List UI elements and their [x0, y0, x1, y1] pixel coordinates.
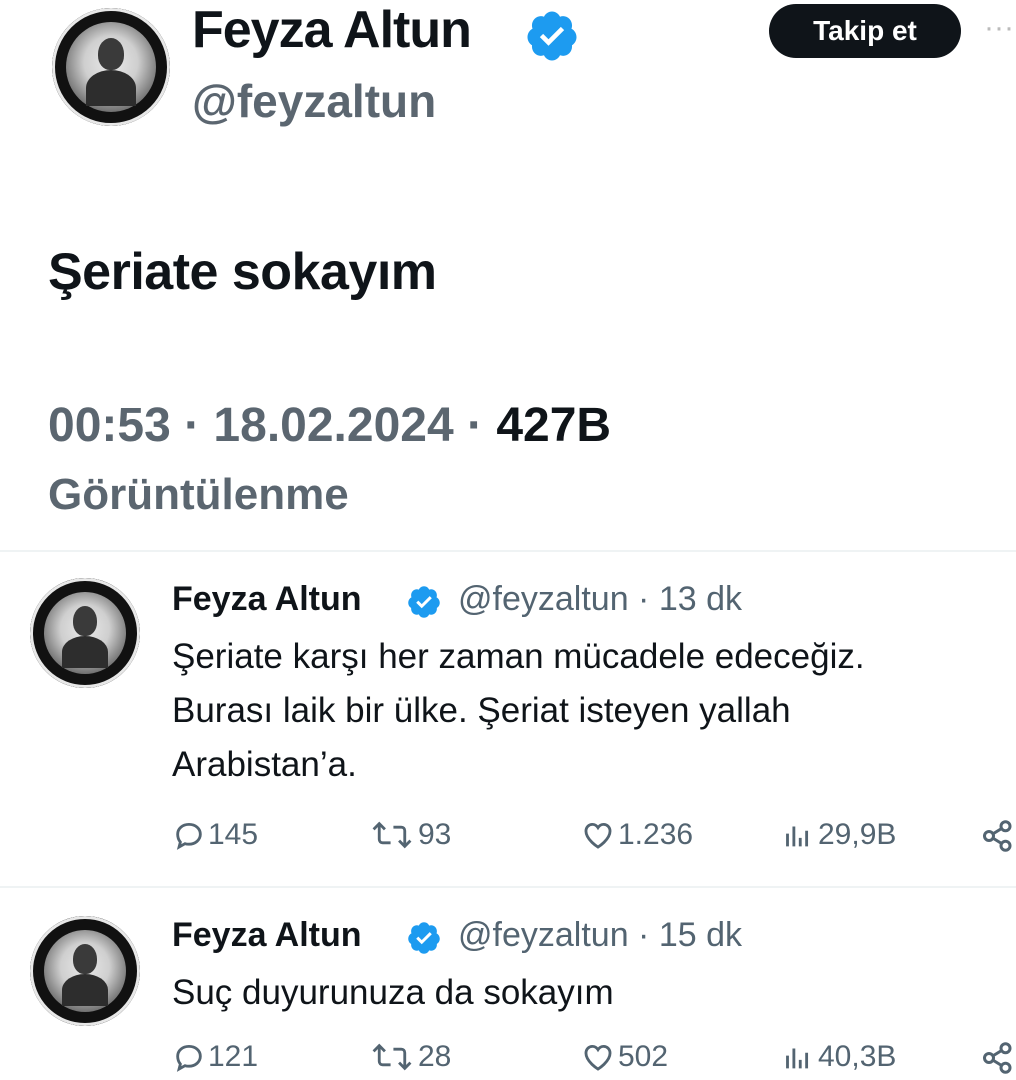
retweet-icon — [372, 1043, 412, 1071]
tweet-date[interactable]: 18.02.2024 — [213, 399, 453, 452]
heart-icon — [584, 1044, 612, 1071]
reply-handle[interactable]: @feyzaltun — [458, 580, 629, 618]
views-icon — [786, 1048, 809, 1069]
views-label: Görüntülenme — [48, 470, 349, 519]
heart-icon — [584, 822, 612, 849]
divider — [0, 550, 1016, 552]
retweet-count: 28 — [418, 1040, 452, 1073]
author-name[interactable]: Feyza Altun — [192, 0, 472, 60]
reply-author-name[interactable]: Feyza Altun — [172, 580, 362, 619]
reply-avatar[interactable] — [30, 916, 140, 1026]
retweet-icon — [372, 821, 412, 849]
share-button[interactable] — [980, 1040, 1016, 1076]
like-button[interactable]: 502 — [580, 1040, 668, 1074]
like-count: 1.236 — [618, 818, 694, 851]
meta-separator: · — [170, 399, 214, 452]
views-button[interactable]: 40,3B — [776, 1040, 896, 1074]
retweet-count: 93 — [418, 818, 452, 851]
reply-text-line: Arabistan’a. — [172, 745, 357, 784]
reply-count: 145 — [208, 818, 259, 851]
verified-badge-icon — [408, 586, 440, 618]
follow-button[interactable]: Takip et — [769, 4, 961, 58]
reply-handle-line: @feyzaltun · 15 dk — [458, 916, 743, 954]
reply-handle[interactable]: @feyzaltun — [458, 916, 629, 954]
author-handle[interactable]: @feyzaltun — [192, 74, 436, 128]
views-icon — [786, 826, 809, 847]
reply-age[interactable]: 15 dk — [659, 916, 742, 954]
retweet-button[interactable]: 93 — [368, 818, 451, 852]
share-button[interactable] — [980, 818, 1016, 854]
reply-text-line: Burası laik bir ülke. Şeriat isteyen yal… — [172, 691, 791, 730]
reply-age[interactable]: 13 dk — [659, 580, 742, 618]
share-icon — [983, 820, 1012, 852]
reply-text: Şeriate karşı her zaman mücadele edeceği… — [172, 630, 865, 792]
views-button[interactable]: 29,9B — [776, 818, 896, 852]
tweet-meta: 00:53 · 18.02.2024 · 427B — [48, 398, 611, 453]
author-avatar[interactable] — [52, 8, 170, 126]
reply-text-line: Şeriate karşı her zaman mücadele edeceği… — [172, 637, 865, 676]
views-count: 40,3B — [818, 1040, 897, 1073]
like-button[interactable]: 1.236 — [580, 818, 693, 852]
reply-text-line: Suç duyurunuza da sokayım — [172, 973, 614, 1012]
tweet-time[interactable]: 00:53 — [48, 399, 171, 452]
reply-author-name[interactable]: Feyza Altun — [172, 916, 362, 955]
tweet-text: Şeriate sokayım — [48, 243, 437, 301]
reply-handle-line: @feyzaltun · 13 dk — [458, 580, 743, 618]
reply-icon — [176, 822, 202, 850]
divider — [0, 886, 1016, 888]
reply-button[interactable]: 145 — [172, 818, 258, 852]
reply-icon — [176, 1044, 202, 1072]
reply-avatar[interactable] — [30, 578, 140, 688]
verified-badge-icon — [527, 11, 577, 61]
share-icon — [983, 1042, 1012, 1074]
meta-separator: · — [453, 399, 497, 452]
reply-button[interactable]: 121 — [172, 1040, 258, 1074]
retweet-button[interactable]: 28 — [368, 1040, 451, 1074]
tweet-view-count: 427B — [496, 399, 612, 452]
reply-count: 121 — [208, 1040, 259, 1073]
verified-badge-icon — [408, 922, 440, 954]
like-count: 502 — [618, 1040, 669, 1073]
reply-text: Suç duyurunuza da sokayım — [172, 966, 614, 1020]
more-icon[interactable]: ··· — [984, 12, 1016, 44]
views-count: 29,9B — [818, 818, 897, 851]
